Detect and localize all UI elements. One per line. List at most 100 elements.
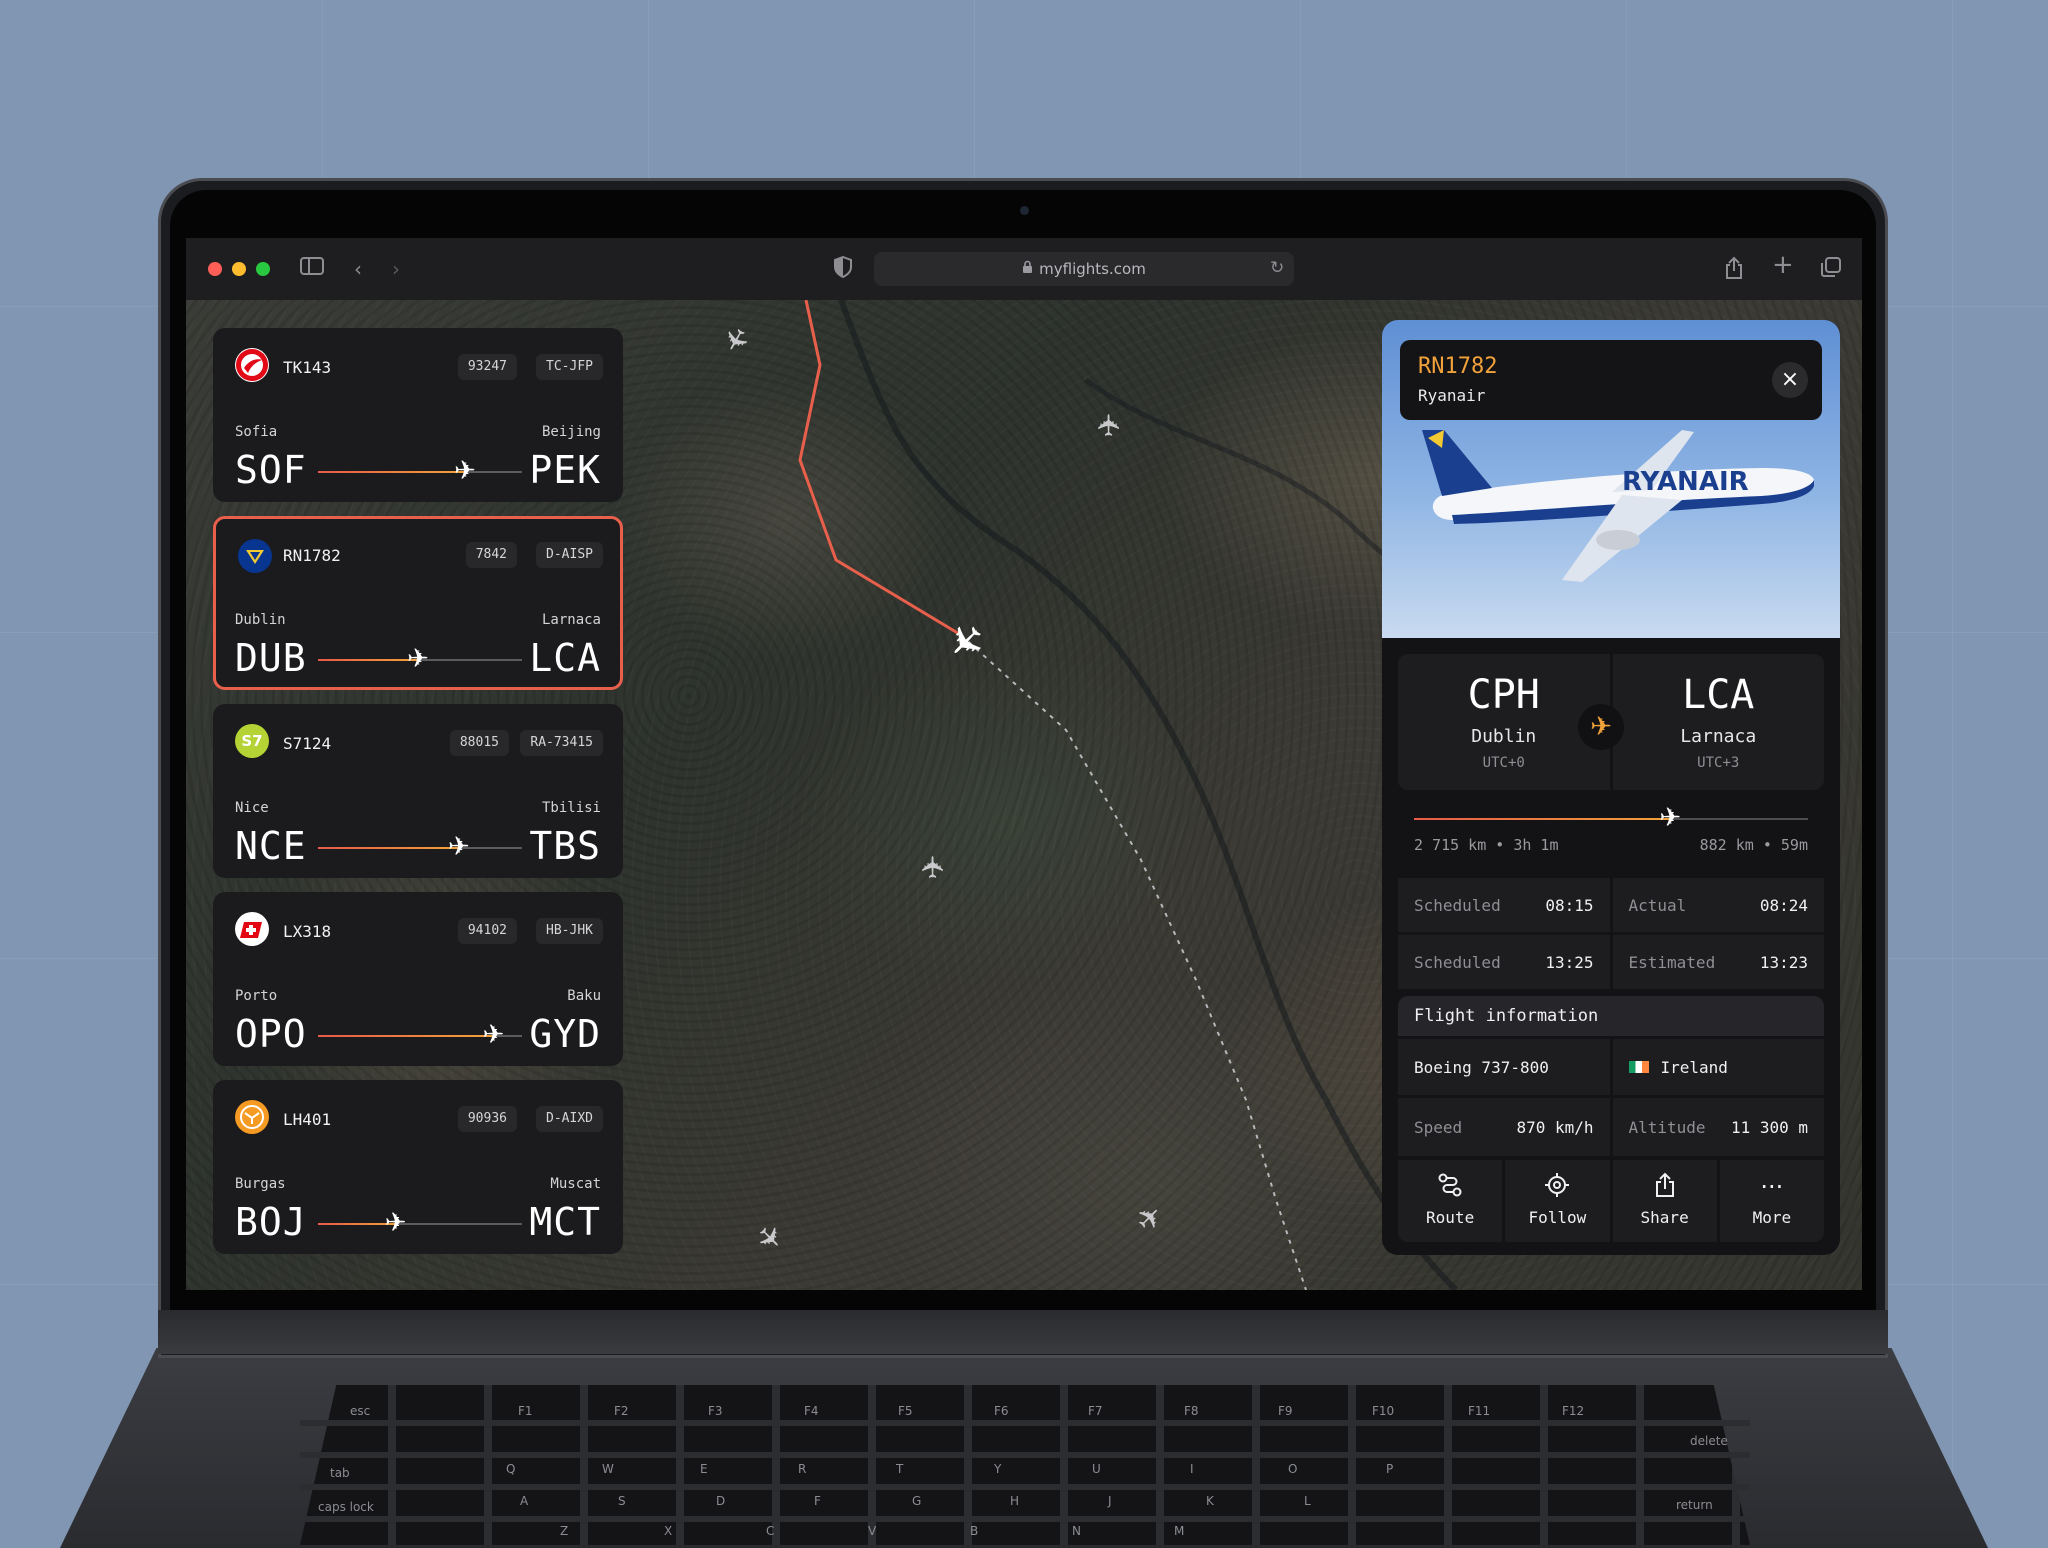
reload-icon[interactable]: ↻	[1270, 255, 1284, 281]
estimated-arrival: Estimated 13:23	[1612, 935, 1824, 989]
flight-card-selected[interactable]: RN1782 7842 D-AISP Dublin Larnaca DUB LC…	[213, 516, 623, 690]
keyboard-row-gap	[300, 1516, 1750, 1522]
crosshair-icon	[1505, 1172, 1609, 1202]
aircraft-livery-text: RYANAIR	[1622, 467, 1749, 497]
plane-icon: ✈	[1659, 803, 1681, 833]
plane-icon[interactable]: ✈	[1093, 412, 1128, 437]
key-f11: F11	[1468, 1404, 1491, 1418]
progress-fill	[318, 471, 465, 473]
origin-city: Sofia	[235, 424, 278, 440]
plane-icon: ✈	[453, 456, 476, 486]
key-e: E	[700, 1462, 708, 1476]
distance-remaining: 882 km • 59m	[1699, 836, 1808, 854]
follow-button[interactable]: Follow	[1505, 1160, 1610, 1242]
key-f2: F2	[614, 1404, 629, 1418]
flight-progress: ✈	[318, 1209, 522, 1237]
close-icon[interactable]: ×	[1772, 362, 1808, 398]
registration-tag: D-AISP	[536, 542, 603, 568]
key-j: J	[1108, 1494, 1112, 1508]
new-tab-icon[interactable]: +	[1772, 252, 1794, 278]
share-label: Share	[1640, 1208, 1689, 1227]
origin-city: Dublin	[235, 612, 286, 628]
destination-city: Muscat	[550, 1176, 601, 1192]
flight-number: LX318	[283, 922, 332, 941]
laptop-hinge	[158, 1310, 1888, 1354]
more-button[interactable]: ··· More	[1719, 1160, 1824, 1242]
plane-icon: ✈	[482, 1020, 505, 1050]
scheduled-arrival: Scheduled 13:25	[1398, 935, 1610, 989]
plane-icon[interactable]: ✈	[917, 854, 952, 879]
flight-number: LH401	[283, 1110, 332, 1129]
flight-card[interactable]: LX318 94102 HB-JHK Porto Baku OPO GYD ✈	[213, 892, 623, 1066]
scheduled-departure: Scheduled 08:15	[1398, 878, 1610, 932]
label: Altitude	[1628, 1117, 1706, 1137]
flight-card[interactable]: TK143 93247 TC-JFP Sofia Beijing SOF PEK…	[213, 328, 623, 502]
label: Actual	[1628, 895, 1687, 915]
aircraft-type: Boeing 737-800	[1398, 1039, 1610, 1095]
origin-city: Burgas	[235, 1176, 286, 1192]
plane-icon: ✈	[1578, 704, 1624, 750]
back-icon[interactable]: ‹	[354, 256, 362, 282]
key-d: D	[716, 1494, 726, 1508]
key-r: R	[798, 1462, 807, 1476]
sidebar-icon[interactable]	[300, 256, 324, 282]
close-window-button[interactable]	[208, 262, 222, 276]
destination-code: LCA	[529, 636, 601, 680]
registration-tag: D-AIXD	[536, 1106, 603, 1132]
origin-code: DUB	[235, 636, 307, 680]
key-w: W	[602, 1462, 614, 1476]
key-f5: F5	[898, 1404, 913, 1418]
key-i: I	[1190, 1462, 1194, 1476]
key-f7: F7	[1088, 1404, 1103, 1418]
shield-icon[interactable]	[834, 255, 852, 284]
minimize-window-button[interactable]	[232, 262, 246, 276]
destination-code: TBS	[529, 824, 601, 868]
screen: ‹ › myflights.com ↻ + ✈ ✈ ✈ ✈ ✈ ✈ TK143 …	[186, 238, 1862, 1290]
route-label: Route	[1426, 1208, 1475, 1227]
key-f4: F4	[804, 1404, 819, 1418]
key-caps-lock: caps lock	[318, 1500, 374, 1514]
detail-flight-number: RN1782	[1418, 354, 1498, 379]
address-bar[interactable]: myflights.com	[874, 252, 1294, 286]
action-bar: Route Follow Share ··· More	[1398, 1160, 1824, 1242]
destination-city: Baku	[567, 988, 601, 1004]
flight-progress: ✈	[318, 645, 522, 673]
share-icon[interactable]	[1724, 256, 1744, 286]
satellite-map[interactable]: ✈ ✈ ✈ ✈ ✈ ✈ TK143 93247 TC-JFP Sofia Bei…	[186, 300, 1862, 1290]
forward-icon[interactable]: ›	[392, 256, 400, 282]
value: 13:25	[1545, 952, 1594, 972]
registration-tag: HB-JHK	[536, 918, 603, 944]
speed-altitude-row: Speed 870 km/h Altitude 11 300 m	[1398, 1098, 1824, 1156]
origin-city: Porto	[235, 988, 278, 1004]
key-q: Q	[506, 1462, 516, 1476]
label: Scheduled	[1414, 952, 1501, 972]
zoom-window-button[interactable]	[256, 262, 270, 276]
lock-icon	[1022, 260, 1033, 278]
key-t: T	[896, 1462, 904, 1476]
destination-code: GYD	[529, 1012, 601, 1056]
origin-timezone: UTC+0	[1482, 755, 1525, 771]
departure-times-row: Scheduled 08:15 Actual 08:24	[1398, 878, 1824, 932]
camera	[1020, 206, 1029, 215]
plane-icon: ✈	[384, 1208, 407, 1238]
key-f: F	[814, 1494, 821, 1508]
origin-code: BOJ	[235, 1200, 307, 1244]
flight-card[interactable]: S7 S7124 88015 RA-73415 Nice Tbilisi NCE…	[213, 704, 623, 878]
route-button[interactable]: Route	[1398, 1160, 1503, 1242]
aircraft-image: RYANAIR RN1782 Ryanair ×	[1382, 320, 1840, 638]
plane-icon: ✈	[407, 644, 429, 674]
share-button[interactable]: Share	[1612, 1160, 1717, 1242]
value: 08:24	[1759, 895, 1808, 915]
flight-id-tag: 7842	[465, 542, 517, 568]
flight-id-tag: 93247	[457, 354, 517, 380]
detail-header: RN1782 Ryanair ×	[1400, 340, 1822, 420]
tabs-icon[interactable]	[1820, 256, 1842, 284]
flight-card[interactable]: LH401 90936 D-AIXD Burgas Muscat BOJ MCT…	[213, 1080, 623, 1254]
progress-fill	[318, 659, 418, 661]
swiss-logo	[235, 912, 269, 946]
flight-id-tag: 88015	[449, 730, 509, 756]
speed: Speed 870 km/h	[1398, 1098, 1610, 1156]
aircraft-country: Ireland	[1612, 1039, 1824, 1095]
aircraft-row: Boeing 737-800 Ireland	[1398, 1039, 1824, 1095]
destination-city: Larnaca	[541, 612, 601, 628]
